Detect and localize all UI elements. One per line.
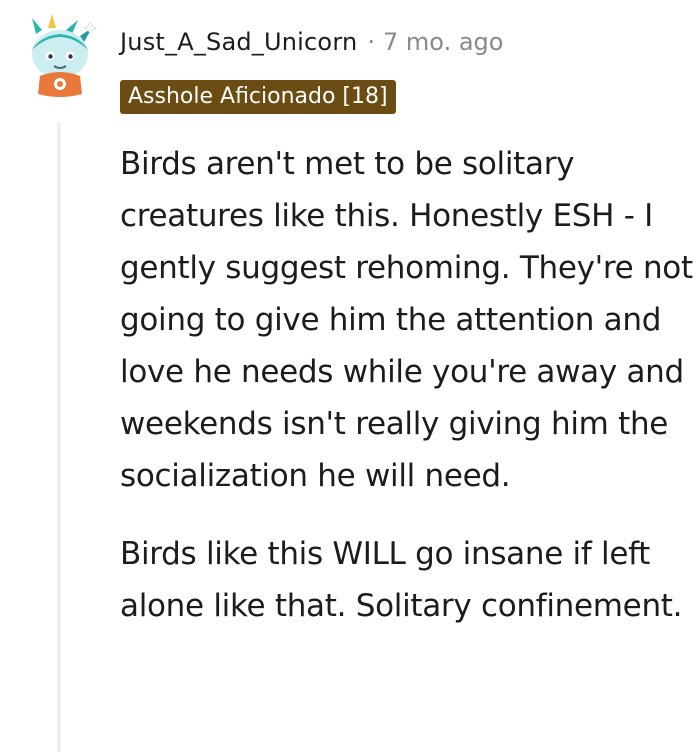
comment-body: Birds aren't met to be solitary creature… (120, 138, 695, 658)
comment-paragraph: Birds aren't met to be solitary creature… (120, 146, 693, 494)
user-flair-badge: Asshole Aficionado [18] (120, 80, 396, 114)
meta-separator: · (367, 28, 376, 56)
thread-collapse-line[interactable] (57, 122, 61, 752)
snoo-unicorn-avatar-icon[interactable] (22, 14, 98, 98)
comment-header: Just_A_Sad_Unicorn · 7 mo. ago (120, 28, 503, 64)
author-username[interactable]: Just_A_Sad_Unicorn (120, 28, 357, 56)
comment: Just_A_Sad_Unicorn · 7 mo. ago Asshole A… (0, 0, 700, 752)
comment-paragraph: Birds like this WILL go insane if left a… (120, 536, 683, 624)
comment-timestamp[interactable]: 7 mo. ago (383, 28, 503, 56)
